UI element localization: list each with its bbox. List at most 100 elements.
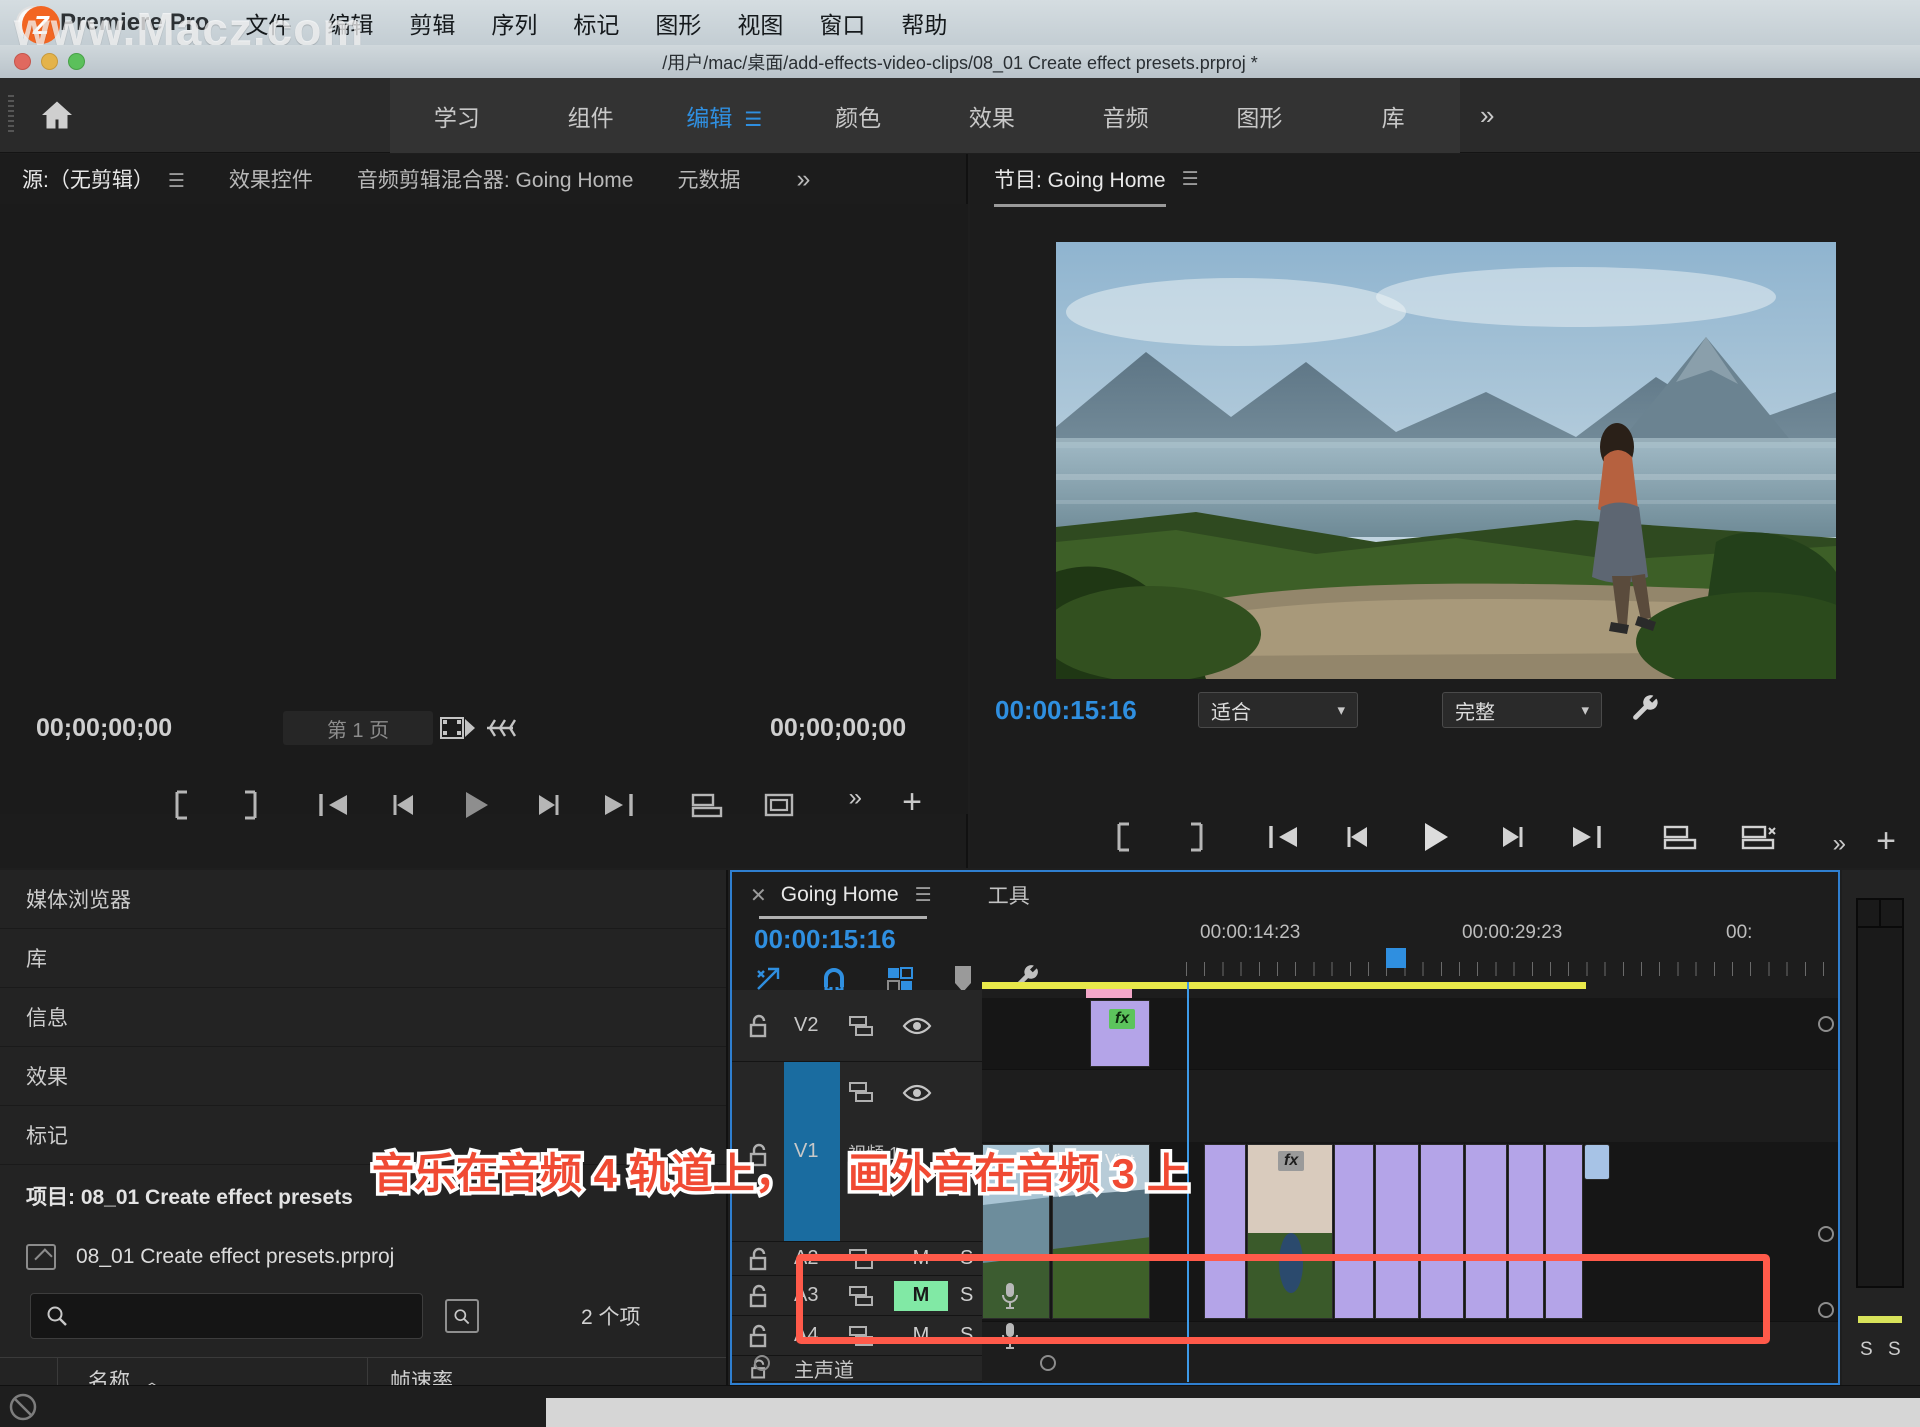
timeline-playhead-timecode[interactable]: 00:00:15:16 xyxy=(754,924,896,955)
maximize-window-button[interactable] xyxy=(68,53,85,70)
lift-icon[interactable] xyxy=(1663,823,1699,851)
solo-button-a4[interactable]: S xyxy=(960,1324,973,1347)
panel-tab-effects[interactable]: 效果 xyxy=(0,1047,726,1106)
program-current-timecode[interactable]: 00:00:15:16 xyxy=(995,695,1137,726)
sync-lock-icon[interactable] xyxy=(848,1014,876,1038)
menu-item-3[interactable]: 序列 xyxy=(491,6,537,40)
sync-lock-icon[interactable] xyxy=(848,1324,876,1348)
tab-audio-clip-mixer[interactable]: 音频剪辑混合器: Going Home xyxy=(357,164,634,194)
track-height-handle-mid[interactable] xyxy=(1818,1226,1834,1242)
menu-item-5[interactable]: 图形 xyxy=(655,6,701,40)
timeline-ruler[interactable]: 00:00:14:23 00:00:29:23 00: xyxy=(1186,922,1840,980)
hamburger-icon[interactable]: ☰ xyxy=(168,171,185,192)
go-to-out-icon[interactable] xyxy=(601,791,635,819)
window-controls[interactable] xyxy=(14,45,85,78)
program-button-editor[interactable]: + xyxy=(1876,822,1896,861)
workspace-tab-editing[interactable]: 编辑☰ xyxy=(658,99,792,133)
workspace-tab-color[interactable]: 颜色 xyxy=(791,99,925,133)
hamburger-icon[interactable]: ☰ xyxy=(744,109,762,131)
timeline-playhead-handle[interactable] xyxy=(1386,948,1406,968)
close-window-button[interactable] xyxy=(14,53,31,70)
timeline-zoom-handle-left[interactable] xyxy=(754,1355,770,1371)
menu-item-0[interactable]: 文件 xyxy=(245,6,291,40)
workspace-tab-graphics[interactable]: 图形 xyxy=(1193,99,1327,133)
find-icon[interactable] xyxy=(445,1299,479,1333)
extract-icon[interactable] xyxy=(1741,823,1777,851)
workspace-tab-learn[interactable]: 学习 xyxy=(390,99,524,133)
play-icon[interactable] xyxy=(1417,820,1453,854)
project-file-row[interactable]: 08_01 Create effect presets.prproj xyxy=(0,1227,726,1287)
workspace-tab-assembly[interactable]: 组件 xyxy=(524,99,658,133)
solo-button-a3[interactable]: S xyxy=(960,1284,973,1307)
search-input[interactable] xyxy=(69,1305,399,1327)
step-back-icon[interactable] xyxy=(389,791,421,819)
mute-button-a3[interactable]: M xyxy=(894,1281,948,1311)
fx-badge[interactable]: fx xyxy=(1278,1151,1304,1171)
minimize-window-button[interactable] xyxy=(41,53,58,70)
program-video-frame[interactable] xyxy=(1056,242,1836,679)
track-height-handle-top[interactable] xyxy=(1818,1016,1834,1032)
step-forward-icon[interactable] xyxy=(531,791,563,819)
mute-button-a4[interactable]: M xyxy=(894,1321,948,1351)
search-input-wrapper[interactable] xyxy=(30,1293,423,1339)
workspace-tab-audio[interactable]: 音频 xyxy=(1059,99,1193,133)
playback-resolution-select[interactable]: 完整 ▾ xyxy=(1442,692,1602,728)
panel-gripper[interactable] xyxy=(0,78,22,153)
go-to-in-icon[interactable] xyxy=(1267,823,1301,851)
microphone-icon[interactable] xyxy=(1000,1281,1020,1311)
lock-icon[interactable] xyxy=(748,1013,770,1039)
eye-icon[interactable] xyxy=(902,1082,932,1104)
workspace-tab-libraries[interactable]: 库 xyxy=(1326,99,1460,133)
lock-icon[interactable] xyxy=(748,1246,770,1272)
zoom-level-select[interactable]: 适合 ▾ xyxy=(1198,692,1358,728)
home-icon[interactable] xyxy=(22,78,92,153)
sync-lock-icon[interactable] xyxy=(848,1080,876,1104)
mute-button-a2[interactable]: M xyxy=(894,1244,948,1274)
timeline-clip[interactable]: fx xyxy=(1090,1000,1150,1067)
meter-solo-left[interactable]: S xyxy=(1860,1339,1873,1361)
source-more-button[interactable]: » xyxy=(796,165,810,194)
go-to-in-icon[interactable] xyxy=(317,791,351,819)
close-icon[interactable]: ✕ xyxy=(750,883,767,908)
panel-tab-info[interactable]: 信息 xyxy=(0,988,726,1047)
hamburger-icon[interactable]: ☰ xyxy=(915,884,932,907)
mark-out-icon[interactable] xyxy=(235,790,261,820)
workspace-more-button[interactable]: » xyxy=(1480,78,1494,153)
menu-item-6[interactable]: 视图 xyxy=(737,6,783,40)
go-to-out-icon[interactable] xyxy=(1569,823,1603,851)
source-transport-more[interactable]: » xyxy=(849,784,862,812)
program-transport-more[interactable]: » xyxy=(1833,830,1846,858)
source-current-timecode[interactable]: 00;00;00;00 xyxy=(36,714,172,743)
sync-lock-icon[interactable] xyxy=(848,1247,876,1271)
fx-badge[interactable]: fx xyxy=(1109,1009,1135,1029)
mark-in-icon[interactable] xyxy=(1113,822,1139,852)
menu-item-8[interactable]: 帮助 xyxy=(901,6,947,40)
wrench-icon[interactable] xyxy=(1630,694,1662,726)
menu-item-2[interactable]: 剪辑 xyxy=(409,6,455,40)
lock-icon[interactable] xyxy=(748,1283,770,1309)
track-height-handle-bot[interactable] xyxy=(1818,1302,1834,1318)
sync-lock-icon[interactable] xyxy=(848,1284,876,1308)
track-header-v2[interactable]: V2 xyxy=(732,990,982,1062)
tab-source[interactable]: 源:（无剪辑）☰ xyxy=(22,164,185,194)
step-forward-icon[interactable] xyxy=(1495,823,1527,851)
menu-item-4[interactable]: 标记 xyxy=(573,6,619,40)
mark-out-icon[interactable] xyxy=(1181,822,1207,852)
mark-in-icon[interactable] xyxy=(171,790,197,820)
tab-effect-controls[interactable]: 效果控件 xyxy=(229,164,313,194)
workspace-tab-effects[interactable]: 效果 xyxy=(925,99,1059,133)
timeline-zoom-handle-right[interactable] xyxy=(1040,1355,1056,1371)
solo-button-a2[interactable]: S xyxy=(960,1247,973,1270)
source-duration-timecode[interactable]: 00;00;00;00 xyxy=(770,714,906,743)
lock-icon[interactable] xyxy=(748,1323,770,1349)
insert-icon[interactable] xyxy=(691,791,725,819)
menu-item-1[interactable]: 编辑 xyxy=(327,6,373,40)
tab-program-label[interactable]: 节目: Going Home xyxy=(994,164,1166,194)
parent-folder-icon[interactable] xyxy=(26,1244,56,1270)
overwrite-icon[interactable] xyxy=(763,791,797,819)
timeline-clip-selected[interactable] xyxy=(1584,1144,1610,1180)
audio-meter[interactable] xyxy=(1856,898,1904,1288)
source-button-editor[interactable]: + xyxy=(902,783,922,822)
track-header-a3[interactable]: A3 M S xyxy=(732,1276,982,1316)
hamburger-icon[interactable]: ☰ xyxy=(1182,168,1199,191)
